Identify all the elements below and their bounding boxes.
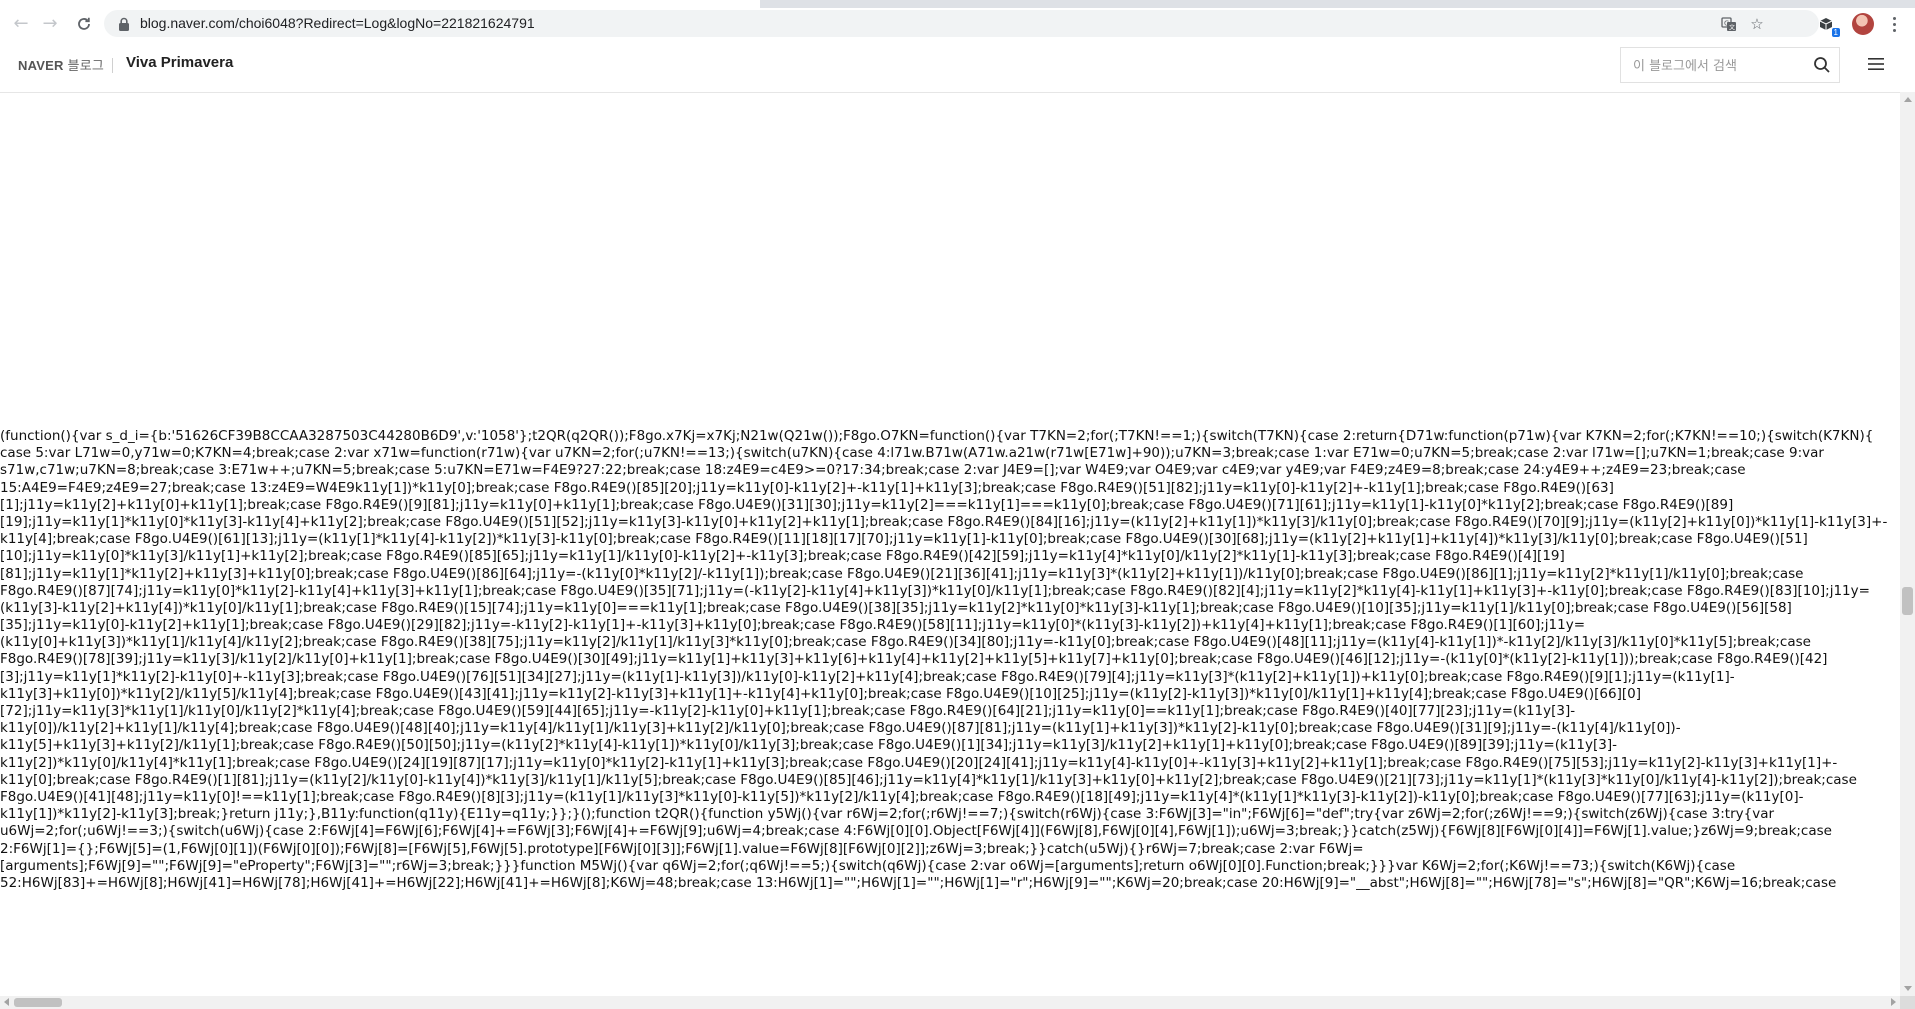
scroll-right-arrow-icon[interactable] (1891, 998, 1896, 1006)
script-text-line: k11y[2])*k11y[0]/k11y[4]*k11y[1];break;c… (0, 754, 1838, 771)
script-text-line: F8go.R4E9()[78][39];j11y=k11y[3]/k11y[2]… (0, 651, 1828, 668)
script-text-line: [arguments];F6Wj[9]="";F6Wj[9]="ePropert… (0, 857, 1736, 874)
script-text-line: [19];j11y=k11y[1]*k11y[0]*k11y[3]-k11y[4… (0, 513, 1888, 530)
translate-icon[interactable]: G文 (1719, 14, 1739, 34)
script-text-line: u6Wj=2;for(;u6Wj!==3;){switch(u6Wj){case… (0, 823, 1832, 840)
active-tab[interactable] (0, 0, 760, 8)
script-text-line: k11y[4];break;case F8go.U4E9()[61][13];j… (0, 531, 1808, 548)
script-text-line: [81];j11y=k11y[1]*k11y[2]+k11y[3]+k11y[0… (0, 565, 1804, 582)
extension-badge: 1 (1831, 28, 1840, 37)
lock-icon[interactable] (118, 17, 130, 31)
script-text-line: [35];j11y=k11y[0]-k11y[2]+k11y[1];break;… (0, 617, 1586, 634)
script-text-line: 15:A4E9=F4E9;z4E9=27;break;case 13:z4E9=… (0, 479, 1614, 496)
vertical-scrollbar[interactable] (1900, 92, 1915, 996)
script-text-line: (k11y[3]-k11y[2]+k11y[4])*k11y[0]/k11y[1… (0, 599, 1792, 616)
scrollbar-corner (1900, 996, 1915, 1009)
vertical-scroll-thumb[interactable] (1902, 587, 1913, 615)
script-text-line: case 5:var L71w=0,y71w=0;K7KN=4;break;ca… (0, 445, 1824, 462)
script-text-line: k11y[0])/k11y[2]+k11y[1]/k11y[4];break;c… (0, 720, 1681, 737)
naver-blog-logo[interactable]: NAVER 블로그 (18, 55, 104, 74)
blog-wordmark[interactable]: 블로그 (68, 58, 104, 73)
browser-tab-strip (0, 0, 1915, 8)
scroll-down-arrow-icon[interactable] (1904, 986, 1912, 991)
search-icon[interactable] (1813, 56, 1831, 74)
script-text-line: k11y[3]+k11y[0])*k11y[2]/k11y[5]/k11y[4]… (0, 685, 1641, 702)
hamburger-menu-icon[interactable] (1868, 57, 1884, 71)
blog-search-input[interactable] (1631, 48, 1810, 84)
script-text-line: k11y[5]+k11y[3]+k11y[2]/k11y[1];break;ca… (0, 737, 1617, 754)
reload-icon[interactable] (72, 12, 96, 36)
script-text-line: (k11y[0]+k11y[3])*k11y[1]/k11y[4]/k11y[2… (0, 634, 1811, 651)
horizontal-scroll-thumb[interactable] (14, 998, 62, 1007)
back-arrow-icon[interactable]: ← (9, 12, 33, 36)
script-text-line: F8go.U4E9()[41][48];j11y=k11y[0]!==k11y[… (0, 788, 1804, 805)
script-text-line: s71w,c71w;u7KN=8;break;case 3:E71w++;u7K… (0, 462, 1746, 479)
script-text-line: k11y[1])*k11y[2]-k11y[3];break;}return j… (0, 806, 1775, 823)
script-text-line: (function(){var s_d_i={b:'51626CF39B8CCA… (0, 428, 1874, 444)
naver-wordmark[interactable]: NAVER (18, 58, 64, 73)
header-divider (112, 58, 113, 73)
blog-search-box (1620, 47, 1840, 84)
extension-icon[interactable]: 1 (1816, 14, 1840, 37)
script-text-line: 2:F6Wj[1]={};F6Wj[5]=(1,F6Wj[0][1])(F6Wj… (0, 840, 1364, 857)
script-text-line: F8go.R4E9()[87][74];j11y=k11y[0]*k11y[2]… (0, 582, 1870, 599)
raw-script-text: (function(){var s_d_i={b:'51626CF39B8CCA… (0, 428, 1900, 892)
script-text-line: [3];j11y=k11y[1]*k11y[2]-k11y[0]+-k11y[3… (0, 668, 1735, 685)
horizontal-scrollbar[interactable] (0, 996, 1900, 1009)
more-vert-icon[interactable] (1886, 13, 1902, 35)
script-text-line: [72];j11y=k11y[3]*k11y[1]/k11y[0]/k11y[2… (0, 703, 1576, 719)
script-text-line: [1];j11y=k11y[2]+k11y[0]+k11y[1];break;c… (0, 496, 1734, 513)
star-icon[interactable]: ☆ (1747, 14, 1767, 34)
address-bar[interactable]: blog.naver.com/choi6048?Redirect=Log&log… (104, 10, 1819, 37)
browser-toolbar: ← → blog.naver.com/choi6048?Redirect=Log… (0, 8, 1915, 39)
profile-avatar[interactable] (1852, 13, 1874, 35)
scroll-left-arrow-icon[interactable] (4, 998, 9, 1006)
script-text-line: [10];j11y=k11y[0]*k11y[3]/k11y[1]+k11y[2… (0, 548, 1565, 565)
blog-header: NAVER 블로그 Viva Primavera (0, 39, 1915, 93)
blog-post-content: (function(){var s_d_i={b:'51626CF39B8CCA… (0, 93, 1900, 996)
url-text[interactable]: blog.naver.com/choi6048?Redirect=Log&log… (140, 15, 535, 31)
forward-arrow-icon[interactable]: → (38, 12, 62, 36)
scroll-up-arrow-icon[interactable] (1904, 97, 1912, 102)
script-text-line: 52:H6Wj[83]+=H6Wj[8];H6Wj[41]=H6Wj[78];H… (0, 874, 1837, 891)
blog-title[interactable]: Viva Primavera (126, 54, 233, 71)
script-text-line: k11y[0];break;case F8go.R4E9()[1][81];j1… (0, 771, 1857, 788)
svg-text:文: 文 (1729, 24, 1735, 32)
